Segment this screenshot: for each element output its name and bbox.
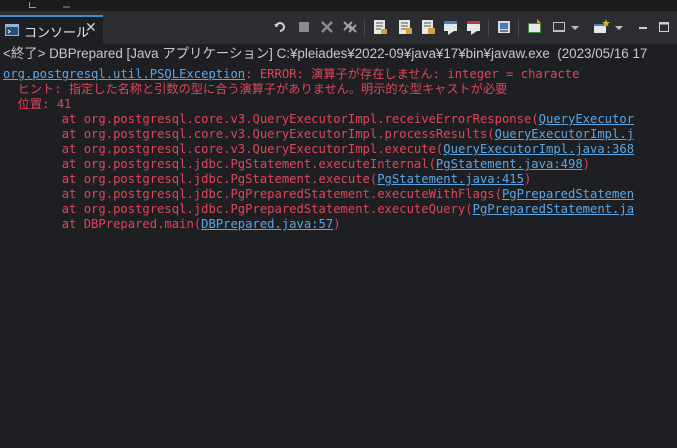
toolbar-separator: [488, 19, 489, 37]
stack-trace-line: at org.postgresql.jdbc.PgPreparedStateme…: [3, 187, 634, 202]
minimize-icon[interactable]: [634, 18, 652, 36]
stack-trace-line: at org.postgresql.jdbc.PgPreparedStateme…: [3, 202, 634, 217]
remove-launches-icon[interactable]: [341, 18, 359, 36]
stack-frame-text: at org.postgresql.core.v3.QueryExecutorI…: [3, 112, 539, 126]
error-text: : ERROR: 演算子が存在しません: integer = characte: [245, 67, 580, 81]
window-top-strip: [0, 0, 677, 11]
show-on-stderr-icon[interactable]: [465, 18, 483, 36]
exception-link[interactable]: org.postgresql.util.PSQLException: [3, 67, 245, 81]
stack-frame-text: at org.postgresql.jdbc.PgStatement.execu…: [3, 157, 436, 171]
open-console-icon[interactable]: [592, 18, 610, 36]
terminate-icon[interactable]: [318, 18, 336, 36]
console-toolbar: [0, 11, 677, 44]
stack-frame-text: at org.postgresql.jdbc.PgPreparedStateme…: [3, 202, 473, 216]
fragment-bar: [63, 6, 70, 8]
console-output[interactable]: <終了> DBPrepared [Java アプリケーション] C:¥pleia…: [0, 44, 677, 448]
word-wrap-icon[interactable]: [419, 18, 437, 36]
chevron-down-icon[interactable]: [571, 18, 579, 36]
console-line: 位置: 41: [3, 97, 72, 111]
console-view-header: コンソール ✕: [0, 11, 677, 44]
terminated-launch-label: <終了> DBPrepared [Java アプリケーション] C:¥pleia…: [3, 46, 648, 61]
clear-console-icon[interactable]: [371, 18, 389, 36]
console-select-icon[interactable]: [551, 18, 569, 36]
toolbar-separator: [518, 19, 519, 37]
stack-frame-text: at org.postgresql.core.v3.QueryExecutorI…: [3, 142, 444, 156]
stack-frame-text: at org.postgresql.jdbc.PgPreparedStateme…: [3, 187, 502, 201]
stack-frame-tail: ): [333, 217, 341, 231]
stack-trace-line: at org.postgresql.jdbc.PgStatement.execu…: [3, 157, 590, 172]
fragment-icon: [29, 2, 36, 8]
stack-frame-text: at org.postgresql.jdbc.PgStatement.execu…: [3, 172, 378, 186]
source-link[interactable]: PgStatement.java:498: [436, 157, 583, 171]
pin-console-icon[interactable]: [495, 18, 513, 36]
display-selected-console-icon[interactable]: [526, 18, 544, 36]
console-line: ヒント: 指定した名称と引数の型に合う演算子がありません。明示的な型キャストが必…: [3, 82, 508, 96]
stack-trace-line: at org.postgresql.core.v3.QueryExecutorI…: [3, 142, 634, 157]
stack-trace-line: at org.postgresql.core.v3.QueryExecutorI…: [3, 127, 634, 142]
stack-trace-line: at org.postgresql.jdbc.PgStatement.execu…: [3, 172, 532, 187]
toolbar-separator: [364, 19, 365, 37]
chevron-down-icon[interactable]: [614, 18, 624, 36]
source-link[interactable]: QueryExecutorImpl.j: [495, 127, 634, 141]
stack-frame-tail: ): [523, 172, 532, 186]
stack-frame-text: at org.postgresql.core.v3.QueryExecutorI…: [3, 127, 495, 141]
stack-trace-line: at org.postgresql.core.v3.QueryExecutorI…: [3, 112, 634, 127]
maximize-icon[interactable]: [655, 18, 673, 36]
source-link[interactable]: PgPreparedStatement.ja: [473, 202, 634, 216]
source-link[interactable]: QueryExecutorImpl.java:368: [443, 142, 634, 156]
source-link[interactable]: PgPreparedStatemen: [502, 187, 634, 201]
stack-trace-line: at DBPrepared.main(DBPrepared.java:57): [3, 217, 341, 232]
source-link[interactable]: DBPrepared.java:57: [201, 217, 333, 231]
scroll-lock-icon[interactable]: [396, 18, 414, 36]
rerun-icon[interactable]: [271, 18, 289, 36]
source-link[interactable]: PgStatement.java:415: [377, 172, 524, 186]
stop-icon[interactable]: [295, 18, 313, 36]
stack-frame-text: at DBPrepared.main(: [3, 217, 202, 231]
stack-frame-tail: ): [582, 157, 591, 171]
show-on-stdout-icon[interactable]: [442, 18, 460, 36]
source-link[interactable]: QueryExecutor: [539, 112, 634, 126]
console-line: org.postgresql.util.PSQLException: ERROR…: [3, 67, 579, 82]
